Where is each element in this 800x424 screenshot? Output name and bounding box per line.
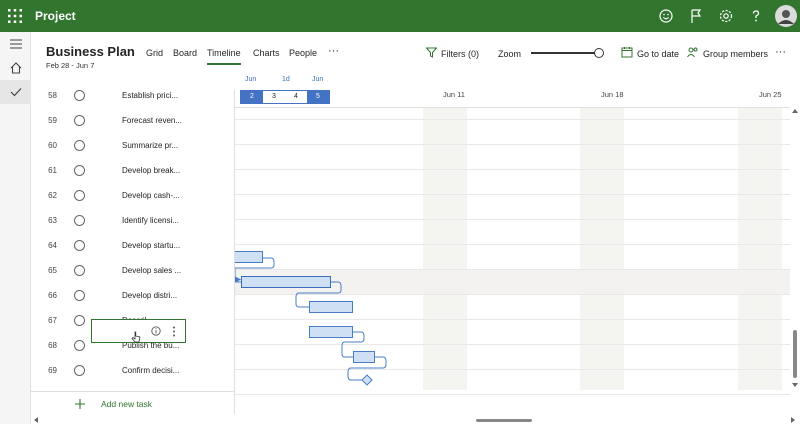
task-row[interactable]: 58 Establish prici... — [31, 90, 234, 108]
add-new-task-button[interactable]: Add new task — [31, 391, 234, 414]
task-complete-checkbox[interactable] — [74, 265, 85, 276]
task-name[interactable]: Develop cash-... — [122, 191, 180, 200]
task-number: 58 — [48, 91, 57, 100]
task-name[interactable]: Develop sales ... — [122, 266, 181, 275]
task-list: 58 Establish prici... 59 Forecast reven... 6… — [31, 90, 235, 414]
filter-icon — [426, 47, 437, 58]
avatar[interactable] — [775, 5, 797, 27]
people-icon — [687, 47, 698, 58]
my-tasks-button[interactable] — [0, 80, 31, 104]
more-tabs-button[interactable]: ··· — [328, 45, 339, 57]
hamburger-icon — [9, 39, 22, 49]
task-complete-checkbox[interactable] — [74, 340, 85, 351]
plus-icon — [75, 399, 85, 409]
group-members-button[interactable]: Group members — [703, 49, 768, 59]
task-name[interactable]: Confirm decisi... — [122, 366, 179, 375]
app-name[interactable]: Project — [35, 9, 76, 23]
task-name-editor[interactable] — [91, 319, 186, 343]
task-name[interactable]: Identify licensi... — [122, 216, 179, 225]
task-row[interactable]: 61 Develop break... — [31, 158, 234, 183]
task-number: 61 — [48, 166, 57, 175]
task-name[interactable]: Forecast reven... — [122, 116, 182, 125]
horizontal-scroll-thumb[interactable] — [476, 419, 532, 422]
task-name[interactable]: Develop break... — [122, 166, 180, 175]
task-complete-checkbox[interactable] — [74, 315, 85, 326]
task-number: 69 — [48, 366, 57, 375]
task-complete-checkbox[interactable] — [74, 290, 85, 301]
flag-icon[interactable] — [687, 7, 705, 25]
page-title[interactable]: Business Plan — [46, 44, 135, 59]
task-row[interactable]: 65 Develop sales ... — [31, 258, 234, 283]
task-number: 65 — [48, 266, 57, 275]
help-icon[interactable] — [747, 7, 765, 25]
task-name[interactable]: Develop distri... — [122, 291, 177, 300]
gear-icon[interactable] — [717, 7, 735, 25]
task-name[interactable]: Establish prici... — [122, 91, 178, 100]
task-name[interactable]: Summarize pr... — [122, 141, 178, 150]
task-number: 63 — [48, 216, 57, 225]
waffle-icon[interactable] — [7, 8, 23, 24]
scroll-up-icon[interactable] — [791, 108, 799, 114]
task-row[interactable]: 64 Develop startu... — [31, 233, 234, 258]
tab-timeline[interactable]: Timeline — [207, 48, 241, 65]
task-complete-checkbox[interactable] — [74, 140, 85, 151]
menu-button[interactable] — [0, 32, 31, 56]
task-row[interactable]: 66 Develop distri... — [31, 283, 234, 308]
task-number: 59 — [48, 116, 57, 125]
task-complete-checkbox[interactable] — [74, 215, 85, 226]
dependency-connectors — [235, 257, 387, 381]
task-complete-checkbox[interactable] — [74, 165, 85, 176]
home-button[interactable] — [0, 56, 31, 80]
task-number: 60 — [48, 141, 57, 150]
filters-button[interactable]: Filters (0) — [441, 49, 479, 59]
home-icon — [10, 62, 21, 74]
smiley-icon[interactable] — [657, 7, 675, 25]
calendar-icon — [621, 47, 633, 58]
tab-board[interactable]: Board — [173, 48, 197, 58]
zoom-slider-thumb[interactable] — [594, 48, 605, 58]
task-row[interactable]: 59 Forecast reven... — [31, 108, 234, 133]
app-header: Project — [0, 0, 800, 32]
more-vertical-icon[interactable] — [172, 326, 176, 337]
task-number: 67 — [48, 316, 57, 325]
info-icon[interactable] — [151, 326, 161, 336]
scroll-left-icon[interactable] — [33, 416, 39, 424]
task-number: 66 — [48, 291, 57, 300]
task-row[interactable]: 63 Identify licensi... — [31, 208, 234, 233]
check-icon — [10, 88, 21, 97]
left-rail — [0, 32, 31, 424]
tab-charts[interactable]: Charts — [253, 48, 280, 58]
zoom-label: Zoom — [498, 49, 522, 59]
go-to-date-button[interactable]: Go to date — [637, 49, 679, 59]
horizontal-scrollbar[interactable] — [31, 414, 800, 424]
task-complete-checkbox[interactable] — [74, 365, 85, 376]
task-name[interactable]: Develop startu... — [122, 241, 180, 250]
tab-people[interactable]: People — [289, 48, 317, 58]
task-number: 64 — [48, 241, 57, 250]
task-complete-checkbox[interactable] — [74, 115, 85, 126]
task-row[interactable]: 62 Develop cash-... — [31, 183, 234, 208]
tab-grid[interactable]: Grid — [146, 48, 163, 58]
scroll-right-icon[interactable] — [790, 416, 796, 424]
task-number: 62 — [48, 191, 57, 200]
task-number: 68 — [48, 341, 57, 350]
task-complete-checkbox[interactable] — [74, 90, 85, 101]
timeline-view[interactable]: Jun 1d Jun 2 3 4 5 Jun 11 Jun 18 Jun 25 — [235, 74, 790, 414]
task-row[interactable]: 69 Confirm decisi... — [31, 358, 234, 383]
add-new-task-label: Add new task — [101, 399, 153, 409]
mouse-cursor-icon — [131, 331, 141, 343]
task-complete-checkbox[interactable] — [74, 240, 85, 251]
scroll-down-icon[interactable] — [791, 382, 799, 388]
plan-dates: Feb 28 - Jun 7 — [46, 61, 95, 70]
task-row[interactable]: 60 Summarize pr... — [31, 133, 234, 158]
vertical-scroll-thumb[interactable] — [793, 330, 797, 378]
task-complete-checkbox[interactable] — [74, 190, 85, 201]
vertical-scrollbar[interactable] — [790, 108, 800, 390]
zoom-slider[interactable] — [531, 52, 603, 54]
more-options-button[interactable]: ··· — [775, 46, 786, 58]
